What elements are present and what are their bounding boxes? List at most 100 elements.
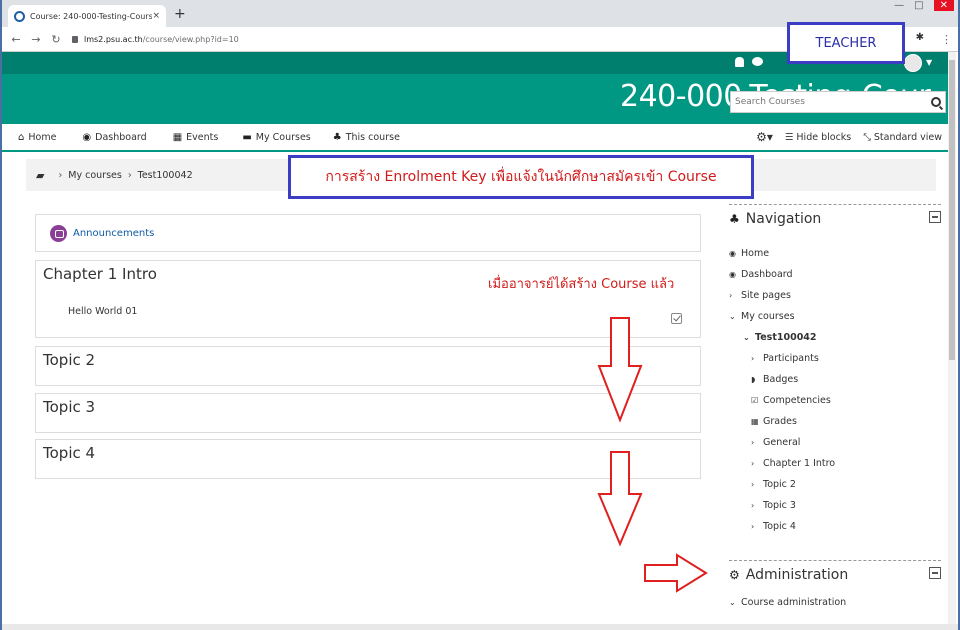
navbar-right: ⚙▾ ☰ Hide blocks ⤡ Standard view — [756, 124, 942, 150]
hello-world-activity[interactable]: Hello World 01 — [68, 306, 137, 317]
collapse-block-icon[interactable] — [929, 567, 941, 579]
nav-tree-label: Site pages — [741, 290, 791, 301]
nav-tree-label: Test100042 — [755, 332, 817, 343]
nav-tree-home[interactable]: ◉ Home — [729, 243, 941, 264]
chevron-down-icon: ⌄ — [743, 333, 750, 342]
breadcrumb-separator: › — [58, 169, 63, 181]
nav-my-courses-label: My Courses — [255, 131, 311, 143]
announcements-link[interactable]: Announcements — [73, 228, 154, 239]
close-window-icon[interactable]: ✕ — [933, 0, 954, 11]
url-path: /course/view.php?id=10 — [142, 34, 239, 44]
breadcrumb-separator: › — [127, 169, 132, 181]
nav-tree-site-pages[interactable]: › Site pages — [729, 285, 941, 306]
breadcrumb-my-courses[interactable]: My courses — [68, 170, 122, 181]
nav-dashboard-label: Dashboard — [95, 131, 147, 143]
topic3-title: Topic 3 — [43, 398, 96, 416]
nav-tree-topic4[interactable]: › Topic 4 — [729, 516, 941, 537]
reload-icon[interactable]: ↻ — [50, 33, 62, 46]
user-menu-caret-icon[interactable]: ▼ — [926, 58, 932, 67]
back-arrow-icon[interactable]: ← — [10, 33, 22, 46]
breadcrumb-course[interactable]: Test100042 — [138, 170, 193, 181]
nav-tree-topic2[interactable]: › Topic 2 — [729, 474, 941, 495]
url-field[interactable]: lms2.psu.ac.th /course/view.php?id=10 — [72, 35, 239, 44]
browser-tab[interactable]: Course: 240-000-Testing-Course × — [8, 5, 166, 27]
maximize-icon[interactable]: □ — [914, 0, 923, 11]
nav-tree-participants[interactable]: › Participants — [729, 348, 941, 369]
chevron-right-icon: › — [751, 501, 755, 510]
down-arrow-annotation-1 — [597, 317, 643, 423]
nav-tree-chapter1[interactable]: › Chapter 1 Intro — [729, 453, 941, 474]
nav-dashboard[interactable]: ◉ Dashboard — [82, 132, 146, 143]
user-avatar[interactable] — [904, 54, 922, 72]
nav-tree-label: Topic 3 — [763, 500, 796, 511]
navigation-block-title: Navigation — [745, 211, 822, 227]
messages-icon[interactable] — [752, 57, 763, 66]
nav-tree-dashboard[interactable]: ◉ Dashboard — [729, 264, 941, 285]
teacher-created-annotation: เมื่ออาจารย์ได้สร้าง Course แล้ว — [488, 273, 675, 294]
nav-tree-topic3[interactable]: › Topic 3 — [729, 495, 941, 516]
administration-block: ⚙ Administration ⌄ Course administration — [729, 560, 941, 608]
standard-view-label: Standard view — [873, 131, 942, 143]
nav-tree-general[interactable]: › General — [729, 432, 941, 453]
course-banner: 240-000-Testing-Cour — [2, 74, 948, 124]
nav-tree-label: Grades — [763, 416, 797, 427]
search-courses-input[interactable] — [735, 97, 931, 107]
folder-icon: ▰ — [36, 168, 45, 182]
nav-this-course[interactable]: ♣ This course — [333, 132, 400, 143]
nav-events-label: Events — [186, 131, 219, 143]
course-administration-node[interactable]: ⌄ Course administration — [729, 597, 941, 608]
chevron-right-icon: › — [729, 291, 733, 300]
chevron-down-icon: ⌄ — [729, 312, 736, 321]
nav-tree-badges[interactable]: ◗ Badges — [729, 369, 941, 390]
nav-my-courses[interactable]: ▬ My Courses — [242, 132, 310, 143]
enrolment-key-annotation: การสร้าง Enrolment Key เพื่อแจ้งในนักศึก… — [288, 155, 754, 199]
notification-bell-icon[interactable] — [735, 57, 744, 67]
scrollbar-thumb[interactable] — [949, 60, 955, 360]
nav-tree-label: Competencies — [763, 395, 831, 406]
nav-tree-grades[interactable]: ▦ Grades — [729, 411, 941, 432]
chevron-down-icon: ⌄ — [729, 598, 736, 607]
search-courses-box[interactable] — [730, 91, 946, 113]
tab-title: Course: 240-000-Testing-Course — [30, 11, 153, 21]
navigation-block: ♣ Navigation ◉ Home ◉ Dashboard › Site page… — [729, 204, 941, 537]
topic4-title: Topic 4 — [43, 444, 96, 462]
shield-icon: ◗ — [751, 375, 756, 384]
search-icon[interactable] — [931, 97, 941, 107]
nav-tree-label: Participants — [763, 353, 819, 364]
announcements-section: Announcements — [35, 214, 701, 252]
gear-icon[interactable]: ⚙▾ — [756, 130, 773, 144]
nav-tree-my-courses[interactable]: ⌄ My courses — [729, 306, 941, 327]
calendar-icon: ▦ — [172, 131, 183, 143]
nav-tree-label: General — [763, 437, 801, 448]
check-square-icon: ☑ — [751, 396, 759, 405]
nav-tree-label: Badges — [763, 374, 799, 385]
chevron-right-icon: › — [751, 354, 755, 363]
topic2-title: Topic 2 — [43, 351, 96, 369]
nav-tree-competencies[interactable]: ☑ Competencies — [729, 390, 941, 411]
page-scrollbar[interactable] — [948, 52, 956, 624]
nav-tree-course[interactable]: ⌄ Test100042 — [729, 327, 941, 348]
nav-tree-label: Topic 2 — [763, 479, 796, 490]
administration-block-title: Administration — [745, 567, 849, 583]
browser-window: Course: 240-000-Testing-Course × + — □ ✕… — [0, 0, 960, 630]
nav-this-course-label: This course — [345, 131, 400, 143]
main-navbar: ⌂ Home ◉ Dashboard ▦ Events ▬ My Courses… — [2, 124, 948, 152]
collapse-block-icon[interactable] — [929, 211, 941, 223]
close-tab-icon[interactable]: × — [152, 11, 160, 21]
completion-checkbox-icon[interactable] — [671, 313, 682, 324]
forward-arrow-icon[interactable]: → — [30, 33, 42, 46]
minimize-icon[interactable]: — — [894, 0, 904, 11]
sitemap-icon: ♣ — [332, 131, 342, 143]
hide-blocks-button[interactable]: ☰ Hide blocks — [785, 132, 851, 143]
nav-tree-label: Chapter 1 Intro — [763, 458, 836, 469]
nav-tree-label: Dashboard — [741, 269, 793, 280]
dashboard-icon: ◉ — [729, 270, 736, 279]
new-tab-button[interactable]: + — [174, 6, 186, 22]
nav-events[interactable]: ▦ Events — [173, 132, 219, 143]
standard-view-button[interactable]: ⤡ Standard view — [863, 132, 942, 143]
chevron-right-icon: › — [751, 459, 755, 468]
browser-menu-icon[interactable]: ⋮ — [941, 33, 952, 46]
extension-puzzle-icon[interactable]: ✱ — [916, 32, 924, 43]
nav-home[interactable]: ⌂ Home — [18, 132, 56, 143]
hide-blocks-label: Hide blocks — [796, 131, 852, 143]
